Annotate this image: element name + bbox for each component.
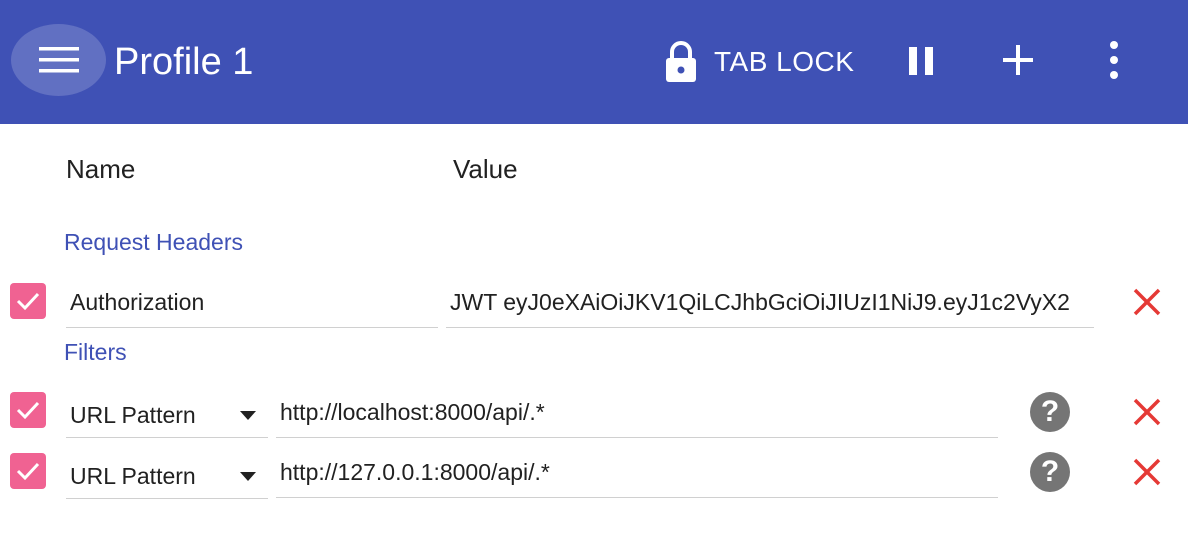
filter-type-select[interactable]: URL Pattern	[66, 392, 268, 438]
help-icon[interactable]: ?	[1030, 452, 1070, 492]
more-vert-icon	[1110, 41, 1118, 79]
filter-enabled-checkbox[interactable]	[10, 392, 46, 428]
tab-lock-label: TAB LOCK	[714, 46, 855, 77]
app-bar: Profile 1 TAB LOCK	[0, 0, 1188, 124]
add-icon	[1003, 45, 1033, 75]
help-icon[interactable]: ?	[1030, 392, 1070, 432]
header-enabled-checkbox[interactable]	[10, 283, 46, 319]
pause-icon	[909, 47, 933, 75]
column-header-name: Name	[66, 154, 136, 184]
filter-enabled-checkbox[interactable]	[10, 453, 46, 489]
filter-url-input[interactable]: http://localhost:8000/api/.*	[276, 392, 998, 438]
delete-filter-icon[interactable]	[1132, 457, 1162, 487]
filter-type-value: URL Pattern	[70, 463, 196, 489]
dropdown-arrow-icon	[240, 472, 256, 481]
more-options-button[interactable]	[1096, 40, 1132, 80]
filter-type-value: URL Pattern	[70, 402, 196, 428]
header-value-input[interactable]: JWT eyJ0eXAiOiJKV1QiLCJhbGciOiJIUzI1NiJ9…	[446, 282, 1094, 328]
section-request-headers: Request Headers	[64, 229, 243, 255]
add-button[interactable]	[1000, 42, 1036, 78]
menu-button[interactable]	[11, 24, 106, 96]
pause-button[interactable]	[904, 44, 940, 80]
delete-header-icon[interactable]	[1132, 287, 1162, 317]
filter-url-input[interactable]: http://127.0.0.1:8000/api/.*	[276, 452, 998, 498]
profile-title[interactable]: Profile 1	[114, 38, 253, 86]
check-icon	[16, 462, 40, 481]
check-icon	[16, 292, 40, 311]
dropdown-arrow-icon	[240, 411, 256, 420]
header-name-input[interactable]: Authorization	[66, 282, 438, 328]
column-header-value: Value	[453, 154, 518, 184]
check-icon	[16, 401, 40, 420]
lock-icon	[666, 41, 696, 82]
delete-filter-icon[interactable]	[1132, 397, 1162, 427]
filter-type-select[interactable]: URL Pattern	[66, 453, 268, 499]
tab-lock-button[interactable]: TAB LOCK	[664, 40, 854, 84]
menu-icon	[38, 47, 79, 73]
section-filters: Filters	[64, 339, 127, 365]
